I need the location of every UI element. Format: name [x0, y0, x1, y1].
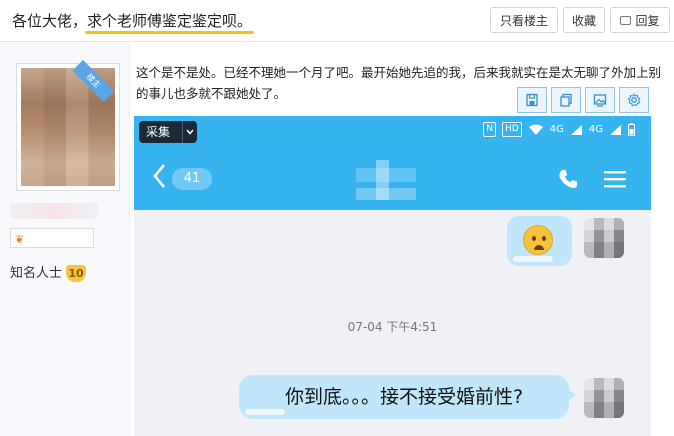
medal-icon: ❦ — [15, 233, 25, 246]
wifi-icon — [528, 124, 543, 135]
rank-title: 知名人士 — [10, 266, 63, 281]
only-op-button[interactable]: 只看楼主 — [490, 7, 558, 33]
sender-avatar-2[interactable] — [584, 378, 624, 418]
phone-status-bar: 采集 N HD 4G 4G — [134, 116, 651, 146]
title-prefix: 各位大佬， — [12, 12, 88, 30]
reply-label: 回复 — [635, 13, 660, 28]
message-timestamp: 07-04 下午4:51 — [347, 320, 438, 334]
settings-icon — [627, 93, 641, 107]
thread-title: 各位大佬，求个老师傅鉴定鉴定呗。 — [12, 10, 252, 31]
battery-icon — [628, 123, 635, 136]
copy-icon — [560, 93, 572, 107]
bubble-wave-decoration-2 — [245, 409, 285, 415]
signal-icon — [570, 124, 582, 135]
image-toolbar — [517, 87, 652, 113]
favorite-button[interactable]: 收藏 — [563, 7, 605, 33]
chat-area: 07-04 下午4:51 你到底。。。接不接受婚前性? — [134, 210, 651, 436]
status-icons: N HD 4G 4G — [483, 122, 635, 137]
view-image-button[interactable] — [585, 87, 615, 113]
save-image-button[interactable] — [517, 87, 547, 113]
copy-image-button[interactable] — [551, 87, 581, 113]
signal-icon-2 — [610, 124, 621, 135]
bubble-wave-decoration — [513, 256, 553, 262]
chevron-down-icon[interactable] — [182, 121, 197, 143]
hd-icon: HD — [502, 122, 522, 137]
collect-button[interactable]: 采集 — [139, 121, 197, 143]
username-blurred[interactable] — [10, 203, 98, 219]
contact-name-blurred — [356, 160, 416, 200]
crying-face-icon — [523, 225, 553, 255]
unread-count[interactable]: 41 — [172, 168, 212, 190]
menu-icon[interactable] — [604, 170, 626, 188]
bubble-tail — [568, 389, 576, 401]
reply-button[interactable]: 回复 — [610, 7, 670, 33]
message-text: 你到底。。。接不接受婚前性? — [284, 386, 524, 408]
title-highlight: 求个老师傅鉴定鉴定呗。 — [87, 12, 253, 30]
save-icon — [526, 93, 538, 107]
level-badge: 10 — [66, 265, 87, 282]
user-rank: 知名人士 10 — [10, 262, 87, 282]
chat-nav-bar: 41 — [134, 146, 651, 210]
thread-title-bar: 各位大佬，求个老师傅鉴定鉴定呗。 只看楼主 收藏 回复 — [0, 0, 674, 42]
sender-avatar[interactable] — [584, 218, 624, 258]
reply-icon — [620, 15, 632, 25]
chat-screenshot: 采集 N HD 4G 4G 41 07-04 下午4:51 你到底。。。接不接受… — [134, 116, 651, 436]
signal-4g-icon: 4G — [549, 124, 564, 135]
text-message[interactable]: 你到底。。。接不接受婚前性? — [239, 375, 576, 419]
back-icon[interactable] — [152, 163, 166, 189]
sticker-message[interactable] — [507, 216, 572, 266]
signal-4g-icon-2: 4G — [588, 124, 603, 135]
nfc-icon: N — [483, 122, 497, 137]
phone-icon[interactable] — [557, 168, 579, 190]
image-icon — [593, 94, 607, 107]
user-info-column: 楼主 ❦ 知名人士 10 — [0, 43, 130, 436]
image-settings-button[interactable] — [619, 87, 649, 113]
medal-box: ❦ — [10, 228, 94, 248]
collect-label: 采集 — [146, 125, 171, 139]
